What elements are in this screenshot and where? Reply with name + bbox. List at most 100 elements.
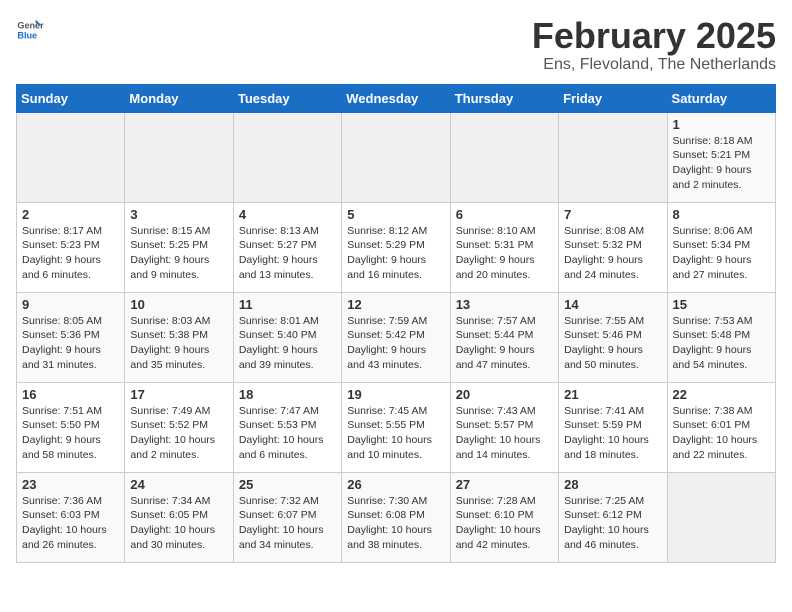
day-number: 20 — [456, 387, 553, 402]
table-row: 12Sunrise: 7:59 AM Sunset: 5:42 PM Dayli… — [342, 292, 450, 382]
day-number: 21 — [564, 387, 661, 402]
table-row — [667, 472, 775, 562]
calendar-subtitle: Ens, Flevoland, The Netherlands — [532, 56, 776, 74]
table-row: 5 Sunrise: 8:12 AM Sunset: 5:29 PM Daylig… — [342, 202, 450, 292]
svg-text:General: General — [17, 21, 44, 31]
day-info: Sunrise: 7:51 AM Sunset: 5:50 PM Dayligh… — [22, 404, 119, 463]
day-info: Sunrise: 7:32 AM Sunset: 6:07 PM Dayligh… — [239, 494, 336, 553]
table-row — [125, 112, 233, 202]
day-number: 7 — [564, 207, 661, 222]
table-row: 9 Sunrise: 8:05 AM Sunset: 5:36 PM Daylig… — [17, 292, 125, 382]
day-info: Sunrise: 7:25 AM Sunset: 6:12 PM Dayligh… — [564, 494, 661, 553]
day-info: Sunrise: 8:10 AM Sunset: 5:31 PM Dayligh… — [456, 224, 553, 283]
table-row: 25 Sunrise: 7:32 AM Sunset: 6:07 PM Dayli… — [233, 472, 341, 562]
day-number: 26 — [347, 477, 444, 492]
header-thursday: Thursday — [450, 84, 558, 112]
day-info: Sunrise: 8:06 AM Sunset: 5:34 PM Dayligh… — [673, 224, 770, 283]
calendar-week-row: 16 Sunrise: 7:51 AM Sunset: 5:50 PM Dayli… — [17, 382, 776, 472]
day-number: 1 — [673, 117, 770, 132]
day-info: Sunrise: 7:49 AM Sunset: 5:52 PM Dayligh… — [130, 404, 227, 463]
table-row: 28Sunrise: 7:25 AM Sunset: 6:12 PM Dayli… — [559, 472, 667, 562]
day-number: 4 — [239, 207, 336, 222]
table-row — [559, 112, 667, 202]
table-row — [342, 112, 450, 202]
day-number: 5 — [347, 207, 444, 222]
table-row: 16 Sunrise: 7:51 AM Sunset: 5:50 PM Dayli… — [17, 382, 125, 472]
calendar-header-row: Sunday Monday Tuesday Wednesday Thursday… — [17, 84, 776, 112]
day-number: 22 — [673, 387, 770, 402]
table-row: 15 Sunrise: 7:53 AM Sunset: 5:48 PM Dayli… — [667, 292, 775, 382]
header-monday: Monday — [125, 84, 233, 112]
table-row: 3 Sunrise: 8:15 AM Sunset: 5:25 PM Daylig… — [125, 202, 233, 292]
day-info: Sunrise: 7:41 AM Sunset: 5:59 PM Dayligh… — [564, 404, 661, 463]
table-row: 17 Sunrise: 7:49 AM Sunset: 5:52 PM Dayli… — [125, 382, 233, 472]
title-block: February 2025 Ens, Flevoland, The Nether… — [532, 16, 776, 74]
day-number: 25 — [239, 477, 336, 492]
day-number: 15 — [673, 297, 770, 312]
day-info: Sunrise: 7:55 AM Sunset: 5:46 PM Dayligh… — [564, 314, 661, 373]
table-row: 7 Sunrise: 8:08 AM Sunset: 5:32 PM Daylig… — [559, 202, 667, 292]
table-row: 10Sunrise: 8:03 AM Sunset: 5:38 PM Dayli… — [125, 292, 233, 382]
day-number: 12 — [347, 297, 444, 312]
table-row: 27 Sunrise: 7:28 AM Sunset: 6:10 PM Dayli… — [450, 472, 558, 562]
day-info: Sunrise: 7:57 AM Sunset: 5:44 PM Dayligh… — [456, 314, 553, 373]
day-number: 2 — [22, 207, 119, 222]
day-info: Sunrise: 7:28 AM Sunset: 6:10 PM Dayligh… — [456, 494, 553, 553]
table-row: 18 Sunrise: 7:47 AM Sunset: 5:53 PM Dayli… — [233, 382, 341, 472]
table-row: 2 Sunrise: 8:17 AM Sunset: 5:23 PM Daylig… — [17, 202, 125, 292]
calendar-week-row: 23 Sunrise: 7:36 AM Sunset: 6:03 PM Dayli… — [17, 472, 776, 562]
day-info: Sunrise: 8:15 AM Sunset: 5:25 PM Dayligh… — [130, 224, 227, 283]
day-info: Sunrise: 8:18 AM Sunset: 5:21 PM Dayligh… — [673, 134, 770, 193]
header-friday: Friday — [559, 84, 667, 112]
day-info: Sunrise: 8:01 AM Sunset: 5:40 PM Dayligh… — [239, 314, 336, 373]
calendar-title: February 2025 — [532, 16, 776, 56]
day-number: 8 — [673, 207, 770, 222]
table-row: 1 Sunrise: 8:18 AM Sunset: 5:21 PM Daylig… — [667, 112, 775, 202]
table-row — [450, 112, 558, 202]
day-info: Sunrise: 7:47 AM Sunset: 5:53 PM Dayligh… — [239, 404, 336, 463]
day-number: 9 — [22, 297, 119, 312]
table-row — [17, 112, 125, 202]
day-info: Sunrise: 8:13 AM Sunset: 5:27 PM Dayligh… — [239, 224, 336, 283]
table-row: 26 Sunrise: 7:30 AM Sunset: 6:08 PM Dayli… — [342, 472, 450, 562]
svg-text:Blue: Blue — [17, 30, 37, 40]
day-number: 17 — [130, 387, 227, 402]
day-number: 6 — [456, 207, 553, 222]
day-info: Sunrise: 8:05 AM Sunset: 5:36 PM Dayligh… — [22, 314, 119, 373]
day-number: 18 — [239, 387, 336, 402]
calendar-week-row: 9 Sunrise: 8:05 AM Sunset: 5:36 PM Daylig… — [17, 292, 776, 382]
day-number: 11 — [239, 297, 336, 312]
table-row: 19Sunrise: 7:45 AM Sunset: 5:55 PM Dayli… — [342, 382, 450, 472]
table-row: 14Sunrise: 7:55 AM Sunset: 5:46 PM Dayli… — [559, 292, 667, 382]
table-row: 11 Sunrise: 8:01 AM Sunset: 5:40 PM Dayli… — [233, 292, 341, 382]
day-number: 19 — [347, 387, 444, 402]
day-info: Sunrise: 7:43 AM Sunset: 5:57 PM Dayligh… — [456, 404, 553, 463]
calendar-table: Sunday Monday Tuesday Wednesday Thursday… — [16, 84, 776, 563]
day-info: Sunrise: 8:12 AM Sunset: 5:29 PM Dayligh… — [347, 224, 444, 283]
day-number: 27 — [456, 477, 553, 492]
day-info: Sunrise: 8:03 AM Sunset: 5:38 PM Dayligh… — [130, 314, 227, 373]
day-number: 24 — [130, 477, 227, 492]
day-info: Sunrise: 7:30 AM Sunset: 6:08 PM Dayligh… — [347, 494, 444, 553]
calendar-week-row: 2 Sunrise: 8:17 AM Sunset: 5:23 PM Daylig… — [17, 202, 776, 292]
day-info: Sunrise: 8:17 AM Sunset: 5:23 PM Dayligh… — [22, 224, 119, 283]
day-number: 13 — [456, 297, 553, 312]
table-row: 22Sunrise: 7:38 AM Sunset: 6:01 PM Dayli… — [667, 382, 775, 472]
day-info: Sunrise: 8:08 AM Sunset: 5:32 PM Dayligh… — [564, 224, 661, 283]
table-row — [233, 112, 341, 202]
table-row: 13 Sunrise: 7:57 AM Sunset: 5:44 PM Dayli… — [450, 292, 558, 382]
day-number: 16 — [22, 387, 119, 402]
day-info: Sunrise: 7:34 AM Sunset: 6:05 PM Dayligh… — [130, 494, 227, 553]
logo: General Blue — [16, 16, 44, 44]
header-sunday: Sunday — [17, 84, 125, 112]
table-row: 8 Sunrise: 8:06 AM Sunset: 5:34 PM Daylig… — [667, 202, 775, 292]
day-number: 3 — [130, 207, 227, 222]
header-tuesday: Tuesday — [233, 84, 341, 112]
day-number: 23 — [22, 477, 119, 492]
day-info: Sunrise: 7:53 AM Sunset: 5:48 PM Dayligh… — [673, 314, 770, 373]
header-saturday: Saturday — [667, 84, 775, 112]
day-info: Sunrise: 7:36 AM Sunset: 6:03 PM Dayligh… — [22, 494, 119, 553]
table-row: 20 Sunrise: 7:43 AM Sunset: 5:57 PM Dayli… — [450, 382, 558, 472]
calendar-week-row: 1 Sunrise: 8:18 AM Sunset: 5:21 PM Daylig… — [17, 112, 776, 202]
table-row: 6 Sunrise: 8:10 AM Sunset: 5:31 PM Daylig… — [450, 202, 558, 292]
